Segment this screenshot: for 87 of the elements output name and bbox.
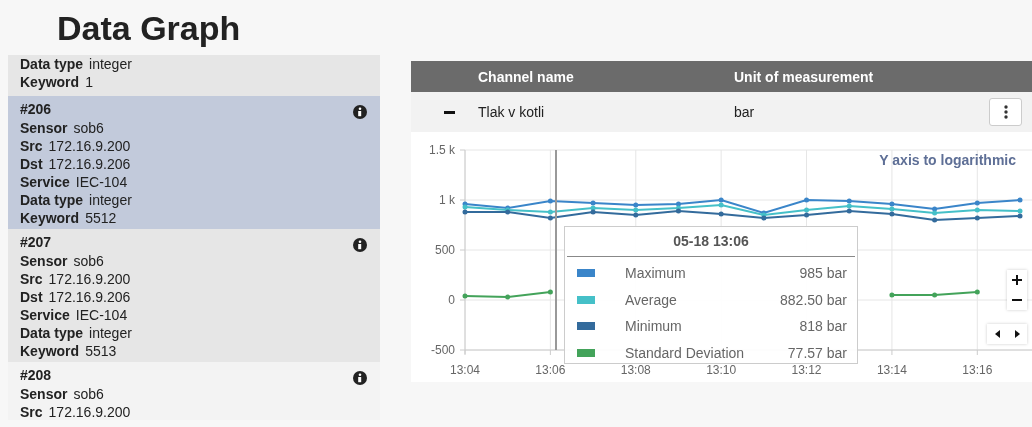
field-value: 1 (85, 74, 93, 90)
field-value: 172.16.9.200 (48, 138, 131, 154)
sensor-list-item[interactable]: #208 Sensor sob6 Src 172.16.9.200 (8, 362, 380, 420)
field-value: sob6 (73, 120, 104, 136)
log-axis-toggle[interactable]: Y axis to logarithmic (879, 152, 1016, 168)
data-point (505, 294, 511, 300)
series-value: 985 bar (799, 265, 847, 282)
field-value: 172.16.9.200 (48, 404, 131, 420)
left-triangle-icon[interactable] (994, 330, 1000, 338)
table-cell-text: Tlak v kotli (478, 104, 546, 120)
field-value: 172.16.9.206 (48, 156, 131, 172)
right-triangle-icon[interactable] (1014, 330, 1020, 338)
page-title: Data Graph (56, 8, 242, 49)
field-label: Sensor (20, 386, 68, 402)
field-label: Service (20, 174, 70, 190)
field-value: 5513 (85, 343, 117, 359)
field-label: Keyword (20, 210, 80, 226)
field-value: IEC-104 (75, 307, 128, 323)
field-label: Dst (20, 156, 43, 172)
sensor-list-item[interactable]: #206 Sensor sob6 Src 172.16.9.200 Dst 172.16.9.206 Service IEC-104 Data type integer Keyword 5512 (8, 96, 380, 229)
field-value: integer (89, 56, 132, 72)
field-label: Src (20, 271, 43, 287)
field-value: IEC-104 (75, 174, 128, 190)
y-tick-label: 500 (434, 243, 455, 257)
field-value: sob6 (73, 386, 104, 402)
data-point (718, 211, 724, 217)
y-tick-label: -500 (430, 343, 455, 357)
sensor-number: #208 (20, 366, 52, 384)
x-tick-label: 13:16 (962, 363, 993, 377)
series-name: Average (625, 291, 678, 308)
field-value: 172.16.9.206 (48, 289, 131, 305)
info-icon[interactable] (353, 371, 367, 385)
pan-left-button[interactable] (987, 324, 1007, 344)
zoom-in-button[interactable] (1007, 270, 1027, 290)
field-value: integer (89, 325, 132, 341)
field-label: Data type (20, 325, 84, 341)
data-point (932, 292, 938, 298)
x-tick-label: 13:06 (535, 363, 566, 377)
field-label: Keyword (20, 74, 80, 90)
field-value: 5512 (85, 210, 117, 226)
field-label: Src (20, 138, 43, 154)
series-value: 77.57 bar (787, 344, 847, 361)
x-tick-label: 13:12 (791, 363, 822, 377)
data-point (547, 289, 553, 295)
y-tick-label: 1 k (439, 193, 455, 207)
sensor-number: #206 (20, 100, 52, 118)
field-label: Sensor (20, 120, 68, 136)
data-point (547, 198, 553, 204)
data-point (1017, 197, 1023, 203)
collapse-icon[interactable] (444, 110, 455, 114)
series-name: Standard Deviation (625, 344, 746, 361)
field-label: Service (20, 307, 70, 323)
pan-right-button[interactable] (1007, 324, 1027, 344)
field-label: Keyword (20, 343, 80, 359)
field-value: 172.16.9.200 (48, 271, 131, 287)
x-tick-label: 13:14 (876, 363, 907, 377)
sensor-number: #207 (20, 233, 52, 251)
kebab-icon[interactable] (1003, 105, 1008, 119)
field-label: Src (20, 404, 43, 420)
field-value: integer (89, 192, 132, 208)
field-label: Data type (20, 192, 84, 208)
column-header: Unit of measurement (734, 68, 875, 85)
series-value: 818 bar (799, 318, 847, 335)
plus-icon[interactable] (1012, 275, 1022, 285)
zoom-out-button[interactable] (1007, 290, 1027, 310)
field-label: Data type (20, 56, 84, 72)
info-icon[interactable] (353, 105, 367, 119)
field-label: Sensor (20, 253, 68, 269)
column-header: Channel name (478, 68, 575, 85)
y-tick-label: 1.5 k (429, 143, 455, 157)
data-point (462, 293, 468, 299)
data-point (804, 197, 810, 203)
x-tick-label: 13:04 (450, 363, 480, 377)
data-point (889, 292, 895, 298)
series-value: 882.50 bar (780, 291, 847, 308)
table-cell-text: bar (734, 104, 756, 120)
x-tick-label: 13:10 (706, 363, 737, 377)
data-point (974, 215, 980, 221)
x-tick-label: 13:08 (620, 363, 651, 377)
series-name: Minimum (625, 318, 683, 335)
field-label: Dst (20, 289, 43, 305)
field-value: sob6 (73, 253, 104, 269)
y-tick-label: 0 (448, 293, 455, 307)
series-name: Maximum (625, 265, 687, 282)
data-point (974, 289, 980, 295)
tooltip-title: 05-18 13:06 (567, 227, 855, 257)
info-icon[interactable] (353, 238, 367, 252)
